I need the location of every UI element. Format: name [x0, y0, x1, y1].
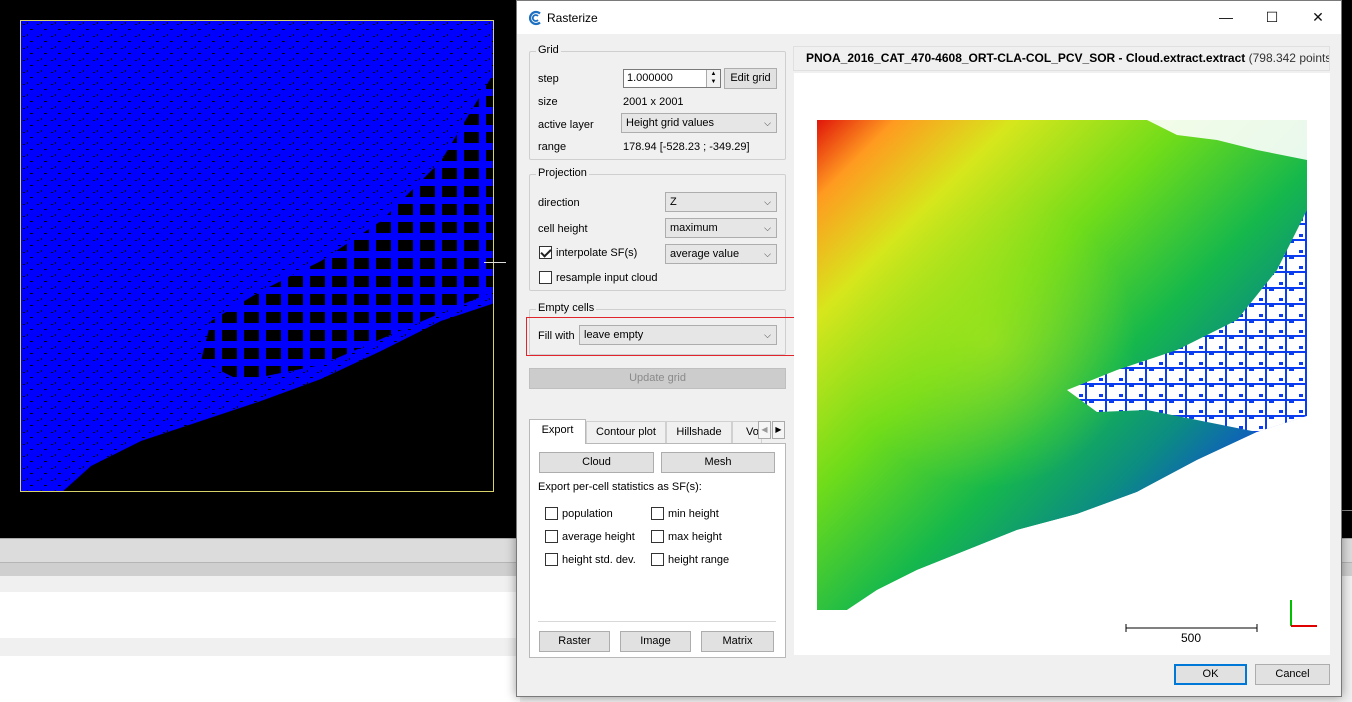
- resample-label: resample input cloud: [556, 272, 658, 284]
- chevron-down-icon: ⌵: [764, 197, 771, 207]
- grid-group-title: Grid: [536, 44, 561, 56]
- range-value: 178.94 [-528.23 ; -349.29]: [623, 141, 750, 153]
- average-height-checkbox[interactable]: [545, 530, 558, 543]
- tab-bar: Export Contour plot Hillshade Vo ◀ ▶: [529, 419, 786, 444]
- raster-preview-image: [817, 120, 1307, 610]
- interpolate-method-value: average value: [670, 248, 740, 260]
- average-height-label: average height: [562, 531, 635, 543]
- empty-cells-group-title: Empty cells: [536, 302, 597, 314]
- active-layer-value: Height grid values: [626, 117, 715, 129]
- background-view-handle[interactable]: [484, 262, 506, 263]
- size-label: size: [538, 96, 558, 108]
- export-mesh-button[interactable]: Mesh: [661, 452, 775, 473]
- step-value: 1.000000: [627, 72, 673, 84]
- dialog-titlebar[interactable]: Rasterize — ☐ ✕: [517, 1, 1341, 34]
- direction-label: direction: [538, 197, 580, 209]
- export-image-button[interactable]: Image: [620, 631, 691, 652]
- active-layer-select[interactable]: Height grid values ⌵: [621, 113, 777, 133]
- export-matrix-button[interactable]: Matrix: [701, 631, 774, 652]
- direction-select[interactable]: Z ⌵: [665, 192, 777, 212]
- close-icon: ✕: [1312, 9, 1324, 25]
- cancel-button[interactable]: Cancel: [1255, 664, 1330, 685]
- chevron-down-icon: ⌵: [764, 118, 771, 128]
- cloudcompare-logo-icon: [528, 10, 541, 26]
- background-point-cloud[interactable]: [20, 20, 494, 492]
- export-raster-button[interactable]: Raster: [539, 631, 610, 652]
- minimize-button[interactable]: —: [1203, 1, 1249, 34]
- rasterize-dialog: Rasterize — ☐ ✕ Grid step 1.000000 ▲ ▼ E…: [516, 0, 1342, 697]
- tab-scroll-buttons: ◀ ▶: [758, 421, 786, 439]
- close-button[interactable]: ✕: [1295, 1, 1341, 34]
- axis-trihedron-icon: [1290, 600, 1317, 627]
- height-range-label: height range: [668, 554, 730, 566]
- interpolate-sf-checkbox[interactable]: [539, 246, 552, 259]
- chevron-down-icon: ⌵: [764, 249, 771, 259]
- export-divider: [538, 621, 776, 622]
- tab-contour-plot[interactable]: Contour plot: [586, 421, 666, 443]
- cell-height-value: maximum: [670, 222, 718, 234]
- raster-preview-view[interactable]: 500: [794, 73, 1330, 655]
- export-tab-pane: Cloud Mesh Export per-cell statistics as…: [529, 443, 786, 658]
- interpolate-method-select[interactable]: average value ⌵: [665, 244, 777, 264]
- background-divider: [1342, 510, 1352, 511]
- interpolate-sf-label: interpolate SF(s): [556, 247, 638, 259]
- min-height-label: min height: [668, 508, 719, 520]
- tab-export[interactable]: Export: [529, 419, 586, 444]
- maximize-button[interactable]: ☐: [1249, 1, 1295, 34]
- max-height-label: max height: [668, 531, 722, 543]
- update-grid-button[interactable]: Update grid: [529, 368, 786, 389]
- preview-header: PNOA_2016_CAT_470-4608_ORT-CLA-COL_PCV_S…: [793, 46, 1330, 71]
- spin-up-icon[interactable]: ▲: [707, 70, 720, 78]
- cell-height-select[interactable]: maximum ⌵: [665, 218, 777, 238]
- preview-point-count: (798.342 points): [1248, 51, 1330, 65]
- dialog-title: Rasterize: [547, 11, 598, 25]
- scale-bar-label: 500: [1180, 631, 1202, 645]
- edit-grid-button[interactable]: Edit grid: [724, 68, 777, 89]
- min-height-checkbox[interactable]: [651, 507, 664, 520]
- background-cloud-image: [21, 21, 493, 491]
- ok-button[interactable]: OK: [1174, 664, 1247, 685]
- highlight-box: [526, 317, 797, 356]
- direction-value: Z: [670, 196, 677, 208]
- background-console-row: [0, 656, 520, 702]
- tab-scroll-left-icon[interactable]: ◀: [758, 421, 771, 439]
- cell-height-label: cell height: [538, 223, 588, 235]
- population-label: population: [562, 508, 613, 520]
- step-label: step: [538, 73, 559, 85]
- height-std-dev-checkbox[interactable]: [545, 553, 558, 566]
- range-label: range: [538, 141, 567, 153]
- projection-group-title: Projection: [536, 167, 589, 179]
- preview-cloud-name: PNOA_2016_CAT_470-4608_ORT-CLA-COL_PCV_S…: [806, 51, 1246, 65]
- maximize-icon: ☐: [1265, 9, 1279, 25]
- minimize-icon: —: [1219, 9, 1233, 25]
- chevron-down-icon: ⌵: [764, 223, 771, 233]
- step-spinbox[interactable]: 1.000000 ▲ ▼: [623, 69, 721, 88]
- population-checkbox[interactable]: [545, 507, 558, 520]
- max-height-checkbox[interactable]: [651, 530, 664, 543]
- resample-checkbox[interactable]: [539, 271, 552, 284]
- step-spin-arrows[interactable]: ▲ ▼: [706, 70, 720, 87]
- height-range-checkbox[interactable]: [651, 553, 664, 566]
- size-value: 2001 x 2001: [623, 96, 684, 108]
- export-cloud-button[interactable]: Cloud: [539, 452, 654, 473]
- tab-hillshade[interactable]: Hillshade: [666, 421, 732, 443]
- spin-down-icon[interactable]: ▼: [707, 78, 720, 86]
- height-std-dev-label: height std. dev.: [562, 554, 636, 566]
- tab-scroll-right-icon[interactable]: ▶: [772, 421, 785, 439]
- background-console-row: [0, 592, 520, 638]
- active-layer-label: active layer: [538, 119, 594, 131]
- export-stats-caption: Export per-cell statistics as SF(s):: [538, 481, 702, 493]
